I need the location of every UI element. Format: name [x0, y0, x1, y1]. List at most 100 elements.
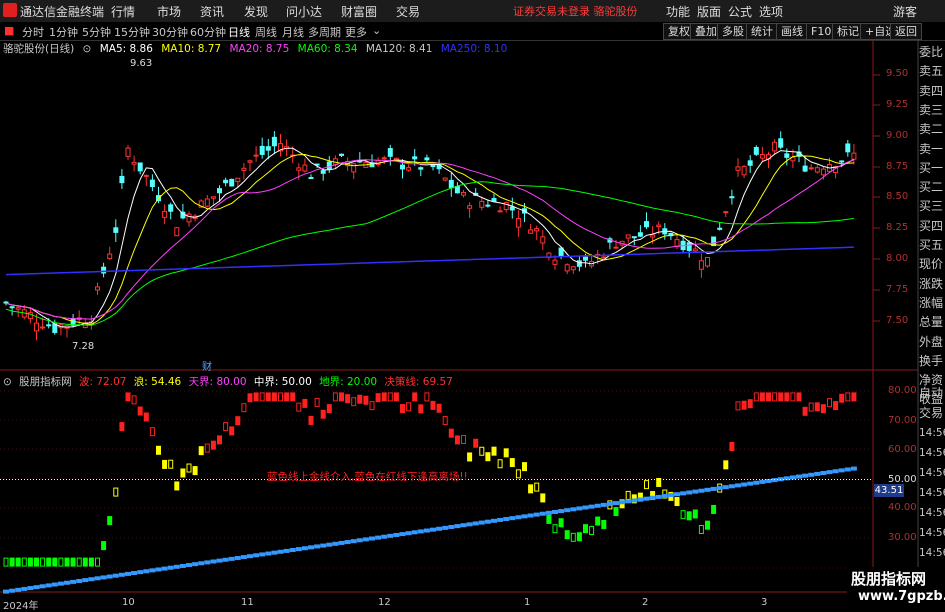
blue-trend-block	[838, 468, 845, 473]
legend-ma250: MA250: 8.10	[440, 43, 508, 55]
indicator-bar	[753, 392, 759, 402]
blue-trend-block	[503, 517, 510, 522]
indicator-bar	[796, 392, 802, 402]
candle-body	[113, 227, 119, 233]
indicator-bar	[15, 557, 21, 567]
indicator-bar	[253, 392, 259, 402]
indicator-bar	[192, 466, 198, 476]
candle-body	[802, 165, 808, 172]
candle-body	[631, 236, 637, 239]
blue-trend-block	[265, 551, 272, 556]
indicator-bar	[259, 392, 265, 402]
indicator-bar	[76, 557, 82, 567]
sidebar-trade-label: 14:56	[919, 507, 945, 519]
indicator-bar	[241, 403, 247, 413]
candle-body	[381, 157, 387, 160]
indicator-bar	[522, 462, 527, 472]
indicator-bar	[723, 460, 729, 470]
candle-body	[454, 186, 460, 194]
indicator-bar	[302, 398, 308, 408]
indicator-bar	[223, 422, 229, 432]
candle-body	[491, 198, 497, 202]
candle-body	[753, 147, 759, 155]
candle-body	[229, 178, 235, 187]
indicator-bar	[833, 401, 839, 411]
indicator-bar	[296, 402, 302, 412]
blue-trend-block	[15, 587, 22, 592]
indicator-bar	[345, 394, 351, 404]
sidebar-label: 卖一	[919, 141, 944, 156]
indicator-bar	[448, 428, 454, 438]
candle-body	[259, 145, 265, 155]
indicator-bar	[265, 392, 271, 402]
blue-trend-block	[454, 524, 461, 529]
indicator-bar	[326, 404, 332, 414]
candle-body	[125, 147, 131, 157]
indicator-bar	[412, 392, 418, 402]
finance-event-marker[interactable]: 财	[202, 358, 212, 373]
date-label: 3	[761, 597, 768, 608]
candle-body	[528, 229, 534, 234]
candle-body	[479, 200, 485, 208]
indicator-bar	[674, 497, 680, 507]
blue-trend-block	[478, 520, 485, 525]
indicator-bar	[845, 392, 851, 402]
blue-trend-block	[399, 532, 406, 537]
candle-body	[308, 177, 314, 180]
blue-trend-block	[808, 472, 815, 477]
date-label: 1	[524, 597, 531, 608]
blue-trend-block	[704, 487, 711, 492]
indicator-bar	[332, 392, 338, 402]
indicator-bar	[790, 392, 796, 402]
blue-trend-block	[582, 505, 589, 510]
blue-trend-block	[747, 481, 754, 486]
legend-circle-icon[interactable]: ⊙	[3, 376, 12, 388]
sidebar-trade-label: 交易	[919, 406, 944, 420]
indicator-bar	[375, 393, 381, 403]
blue-trend-block	[149, 568, 156, 573]
indicator-bar	[808, 402, 814, 412]
candle-body	[644, 221, 649, 228]
candle-body	[717, 227, 723, 230]
sidebar-label: 涨跌	[919, 276, 944, 291]
blue-trend-block	[338, 540, 345, 545]
candle-body	[485, 204, 491, 207]
candle-body	[613, 246, 619, 249]
legend-chevron-icon[interactable]: ⊙	[83, 43, 92, 55]
candle-body	[424, 157, 430, 161]
indicator-bar	[247, 393, 253, 403]
indicator-bar	[235, 416, 241, 426]
candle-body	[168, 204, 174, 212]
blue-trend-block	[33, 585, 40, 590]
indicator-bar	[534, 482, 540, 492]
sidebar-trade-label: 14:56	[919, 427, 945, 439]
indicator-bar	[137, 406, 143, 416]
candle-body	[784, 153, 790, 158]
blue-trend-block	[137, 570, 144, 575]
blue-trend-block	[716, 486, 723, 491]
indicator-bar	[119, 422, 125, 432]
blue-trend-block	[613, 501, 619, 506]
indicator-bar	[27, 557, 33, 567]
indicator-bar	[418, 404, 424, 414]
candle-body	[729, 196, 735, 199]
blue-trend-block	[9, 588, 16, 593]
candle-body	[820, 168, 826, 176]
blue-trend-block	[753, 480, 760, 485]
indicator-bar	[497, 459, 503, 469]
blue-trend-block	[192, 562, 199, 567]
blue-trend-block	[686, 490, 693, 495]
candle-body	[467, 205, 473, 209]
blue-trend-block	[57, 581, 64, 586]
blue-trend-block	[728, 484, 735, 489]
legend-mid: 中界: 50.00	[253, 376, 312, 388]
price-axis-label: 8.25	[886, 222, 909, 233]
blue-trend-block	[186, 563, 192, 568]
blue-trend-block	[112, 573, 119, 578]
blue-trend-block	[106, 574, 113, 579]
indicator-bar	[442, 416, 448, 426]
indicator-bar	[802, 406, 808, 416]
sidebar-label: 买二	[919, 180, 944, 195]
kline-chart[interactable]	[0, 0, 945, 609]
legend-sky: 天界: 80.00	[188, 376, 247, 388]
